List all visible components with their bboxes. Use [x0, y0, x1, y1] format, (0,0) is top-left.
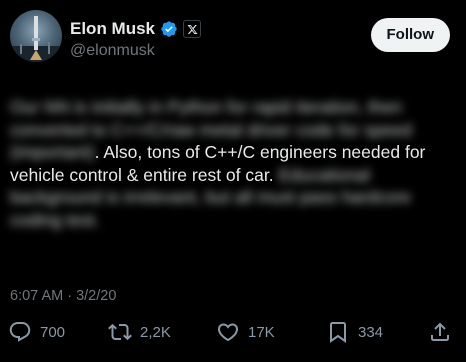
display-name[interactable]: Elon Musk — [70, 19, 155, 39]
bookmark-count: 334 — [358, 323, 384, 341]
follow-button[interactable]: Follow — [370, 18, 450, 52]
tweet-text: Our NN is initially in Python for rapid … — [10, 96, 458, 231]
share-button[interactable] — [428, 318, 452, 346]
verified-badge-icon — [160, 20, 178, 38]
repost-count: 2,2K — [140, 323, 171, 341]
reply-button[interactable]: 700 — [8, 318, 65, 346]
repost-button[interactable]: 2,2K — [108, 318, 171, 346]
share-icon — [431, 322, 449, 341]
avatar[interactable] — [10, 10, 62, 62]
heart-icon — [217, 323, 239, 342]
repost-icon — [108, 323, 132, 341]
handle[interactable]: @elonmusk — [70, 42, 155, 60]
x-logo-icon[interactable] — [183, 20, 202, 38]
tweet-card: Elon Musk @elonmusk Follow Our NN is ini… — [0, 0, 466, 362]
like-button[interactable]: 17K — [216, 318, 275, 346]
reply-count: 700 — [40, 323, 66, 341]
action-bar: 700 2,2K 17K 334 — [0, 318, 466, 346]
name-row: Elon Musk — [70, 18, 202, 40]
like-count: 17K — [248, 323, 275, 341]
tweet-header: Elon Musk @elonmusk Follow — [10, 10, 456, 66]
bookmark-icon — [330, 322, 346, 343]
bookmark-button[interactable]: 334 — [326, 318, 383, 346]
avatar-rocket-image — [10, 16, 62, 62]
timestamp[interactable]: 6:07 AM · 3/2/20 — [10, 288, 116, 304]
reply-icon — [9, 322, 31, 342]
